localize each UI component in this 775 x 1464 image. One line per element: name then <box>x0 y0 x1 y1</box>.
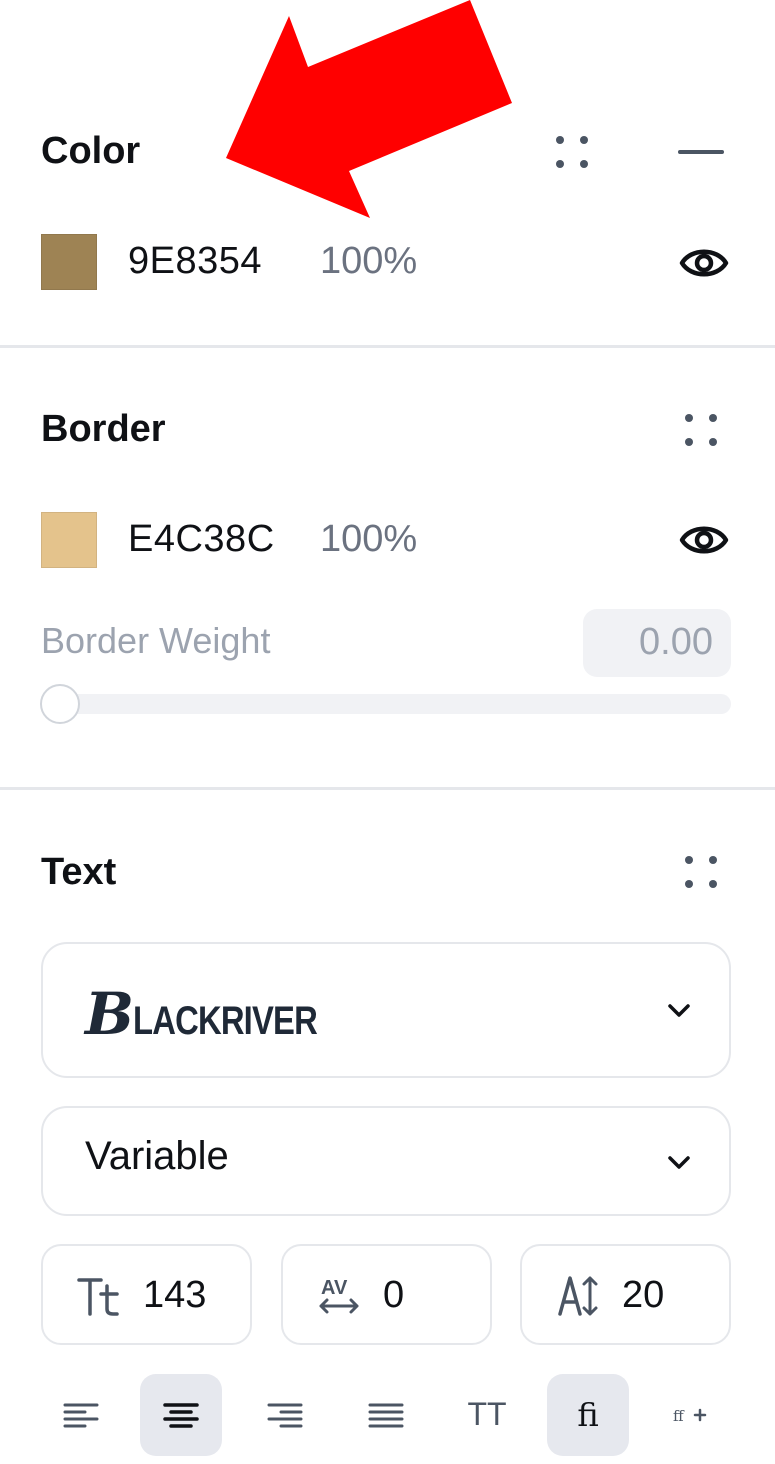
font-style-value: Variable <box>85 1134 229 1178</box>
border-weight-input[interactable]: 0.00 <box>583 609 731 677</box>
uppercase-label: TT <box>467 1396 507 1432</box>
drag-handle-icon[interactable] <box>552 132 592 172</box>
border-color-swatch[interactable] <box>41 512 97 568</box>
uppercase-button[interactable]: TT <box>446 1374 528 1456</box>
color-section-title: Color <box>41 130 141 172</box>
font-style-select[interactable]: Variable <box>41 1106 731 1216</box>
ligatures-label: fi <box>577 1396 599 1434</box>
font-family-select[interactable]: BLACKRIVER <box>41 942 731 1078</box>
font-family-preview: BLACKRIVER <box>85 980 318 1048</box>
section-divider <box>0 345 775 348</box>
color-swatch[interactable] <box>41 234 97 290</box>
text-section-title: Text <box>41 851 117 893</box>
more-typography-button[interactable]: ff <box>648 1374 730 1456</box>
svg-text:AV: AV <box>321 1277 348 1299</box>
border-weight-slider-track[interactable] <box>41 694 731 714</box>
border-section-title: Border <box>41 408 166 450</box>
font-size-icon <box>77 1278 119 1316</box>
border-weight-slider-thumb[interactable] <box>40 684 80 724</box>
align-left-button[interactable] <box>40 1374 122 1456</box>
border-hex-value[interactable]: E4C38C <box>128 518 275 561</box>
align-center-icon <box>163 1403 199 1428</box>
align-right-icon <box>267 1403 303 1428</box>
visibility-eye-icon[interactable] <box>679 243 729 283</box>
letter-spacing-input[interactable]: AV 0 <box>281 1244 492 1345</box>
justify-icon <box>368 1403 404 1428</box>
chevron-down-icon <box>668 1156 690 1169</box>
line-height-input[interactable]: 20 <box>520 1244 731 1345</box>
color-hex-value[interactable]: 9E8354 <box>128 240 262 283</box>
collapse-minus-icon[interactable] <box>678 150 724 154</box>
font-size-input[interactable]: 143 <box>41 1244 252 1345</box>
annotation-arrow <box>226 0 512 218</box>
svg-text:ff: ff <box>673 1407 685 1425</box>
letter-spacing-icon: AV <box>319 1277 359 1314</box>
align-right-button[interactable] <box>244 1374 326 1456</box>
align-center-button[interactable] <box>140 1374 222 1456</box>
color-opacity-value[interactable]: 100% <box>320 240 417 283</box>
drag-handle-icon[interactable] <box>681 852 721 892</box>
section-divider <box>0 787 775 790</box>
border-opacity-value[interactable]: 100% <box>320 518 417 561</box>
drag-handle-icon[interactable] <box>681 410 721 450</box>
border-weight-label: Border Weight <box>41 620 271 661</box>
justify-button[interactable] <box>345 1374 427 1456</box>
chevron-down-icon <box>668 1004 690 1017</box>
line-height-icon <box>558 1276 598 1316</box>
ligatures-button[interactable]: fi <box>547 1374 629 1456</box>
visibility-eye-icon[interactable] <box>679 520 729 560</box>
text-options-icon: ff <box>673 1407 707 1425</box>
align-left-icon <box>63 1403 99 1428</box>
